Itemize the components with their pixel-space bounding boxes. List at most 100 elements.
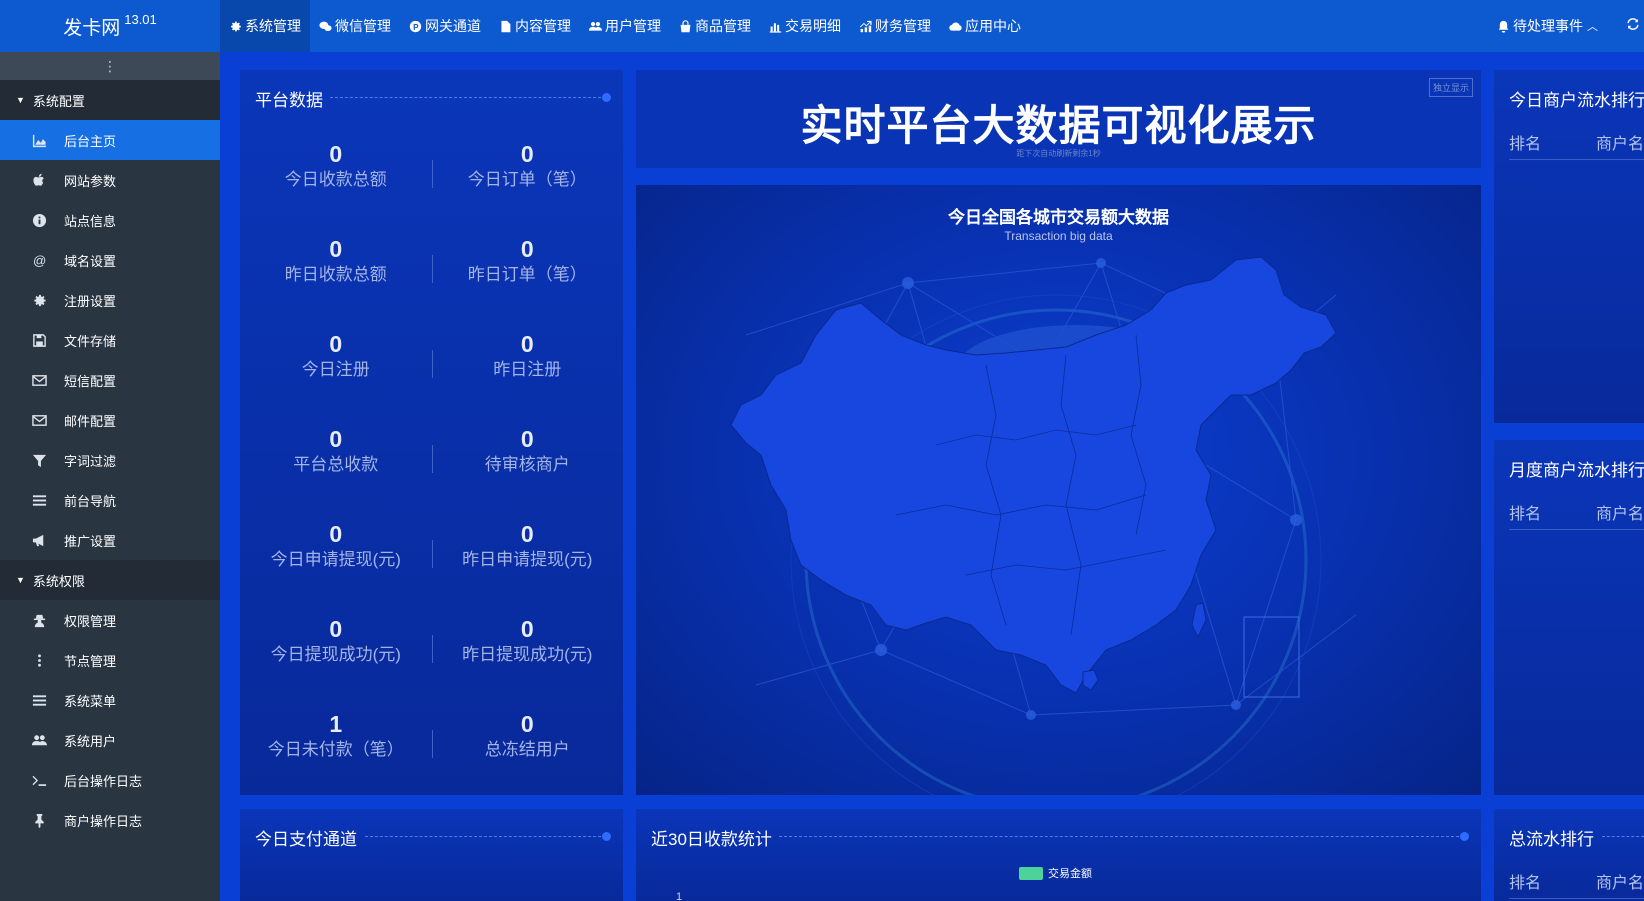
stat-pending-merchants: 0 待审核商户: [432, 425, 624, 477]
stat-value: 0: [329, 616, 343, 642]
stat-label: 今日注册: [301, 360, 370, 379]
stat-today-orders: 0 今日订单（笔）: [432, 140, 624, 192]
top-nav: 系统管理 微信管理 P 网关通道 内容管理 用户管理 商品管理 交易明细 财务管: [220, 0, 1030, 52]
topnav-item-finance[interactable]: 财务管理: [850, 0, 940, 52]
topnav-item-content[interactable]: 内容管理: [490, 0, 580, 52]
sidebar-item-promotion[interactable]: 推广设置: [0, 520, 220, 560]
total-ranking-panel: 总流水排行 排名 商户名: [1494, 809, 1644, 901]
topnav-label: 财务管理: [875, 18, 931, 34]
sidebar-item-label: 节点管理: [64, 653, 117, 669]
chart-legend[interactable]: 交易金额: [1019, 865, 1092, 881]
svg-text:P: P: [413, 22, 419, 31]
y-axis-tick: 1: [676, 891, 683, 901]
apple-icon: [30, 172, 48, 188]
sidebar-item-site-info[interactable]: 站点信息: [0, 200, 220, 240]
topnav-label: 用户管理: [605, 18, 661, 34]
legend-label: 交易金额: [1048, 868, 1092, 880]
sidebar-item-system-menu[interactable]: 系统菜单: [0, 680, 220, 720]
sidebar-toggle-button[interactable]: ⋮: [0, 52, 220, 80]
sidebar-item-register[interactable]: 注册设置: [0, 280, 220, 320]
stat-label: 总冻结用户: [484, 740, 570, 759]
stat-value: 0: [329, 331, 343, 357]
title-divider: [330, 97, 601, 98]
map-panel: 今日全国各城市交易额大数据 Transaction big data: [636, 185, 1481, 795]
sidebar-item-email[interactable]: 邮件配置: [0, 400, 220, 440]
ellipsis-icon: [30, 652, 48, 668]
table-divider: [1509, 898, 1644, 899]
svg-text:@: @: [32, 253, 45, 268]
sidebar-item-system-users[interactable]: 系统用户: [0, 720, 220, 760]
topnav-item-apps[interactable]: 应用中心: [940, 0, 1030, 52]
stat-value: 0: [520, 141, 534, 167]
sidebar-item-nodes[interactable]: 节点管理: [0, 640, 220, 680]
panel-title: 近30日收款统计: [651, 830, 772, 849]
standalone-display-button[interactable]: 独立显示: [1428, 78, 1473, 97]
col-rank: 排名: [1509, 506, 1542, 523]
panel-title: 月度商户流水排行: [1509, 461, 1644, 480]
stat-label: 今日申请提现(元): [270, 550, 401, 569]
stat-frozen-users: 0 总冻结用户: [432, 710, 624, 762]
sidebar-item-label: 推广设置: [64, 533, 117, 549]
stat-value: 0: [520, 236, 534, 262]
topnav-item-transactions[interactable]: 交易明细: [760, 0, 850, 52]
sidebar-item-label: 网站参数: [64, 173, 117, 189]
refresh-button[interactable]: [1626, 17, 1644, 36]
pending-events-label: 待处理事件: [1513, 18, 1583, 34]
sidebar-item-site-params[interactable]: 网站参数: [0, 160, 220, 200]
sidebar-item-label: 短信配置: [64, 373, 117, 389]
topnav-item-users[interactable]: 用户管理: [580, 0, 670, 52]
sidebar-item-label: 商户操作日志: [64, 813, 143, 829]
sidebar-item-dashboard[interactable]: 后台主页: [0, 120, 220, 160]
gear-icon: [30, 292, 48, 308]
last-30-days-chart-panel: 近30日收款统计 交易金额 1: [636, 809, 1481, 901]
topnav-item-wechat[interactable]: 微信管理: [310, 0, 400, 52]
bell-icon: [1498, 20, 1509, 33]
topnav-item-gateway[interactable]: P 网关通道: [400, 0, 490, 52]
topnav-item-system[interactable]: 系统管理: [220, 0, 310, 52]
sidebar-item-storage[interactable]: 文件存储: [0, 320, 220, 360]
panel-title: 总流水排行: [1509, 830, 1594, 849]
sidebar-item-sms[interactable]: 短信配置: [0, 360, 220, 400]
stat-value: 0: [329, 521, 343, 547]
dashboard-title: 实时平台大数据可视化展示: [800, 102, 1317, 149]
topnav-item-goods[interactable]: 商品管理: [670, 0, 760, 52]
sidebar-item-label: 权限管理: [64, 613, 117, 629]
sidebar-item-label: 前台导航: [64, 493, 117, 509]
panel-title: 今日商户流水排行: [1509, 91, 1644, 110]
sidebar-item-admin-log[interactable]: 后台操作日志: [0, 760, 220, 800]
sidebar-item-word-filter[interactable]: 字词过滤: [0, 440, 220, 480]
at-icon: @: [30, 252, 48, 268]
bar-chart-icon: [769, 22, 782, 33]
pending-events-button[interactable]: 待处理事件 ︿: [1497, 16, 1598, 36]
sidebar-item-merchant-log[interactable]: 商户操作日志: [0, 800, 220, 840]
envelope-icon: [30, 372, 48, 388]
bars-icon: [30, 692, 48, 708]
caret-down-icon: ▼: [16, 575, 25, 585]
stat-value: 0: [520, 426, 534, 452]
sidebar-item-front-nav[interactable]: 前台导航: [0, 480, 220, 520]
stat-yesterday-revenue: 0 昨日收款总额: [240, 235, 432, 287]
platform-data-panel: 平台数据 0 今日收款总额 0 今日订单（笔） 0 昨日收款总额 0 昨日订单（…: [240, 70, 623, 795]
taiwan-island: [1191, 602, 1207, 639]
sidebar-group-label: 系统权限: [32, 573, 85, 589]
stat-label: 今日订单（笔）: [467, 170, 587, 189]
stat-yesterday-orders: 0 昨日订单（笔）: [432, 235, 624, 287]
title-dot: [1460, 832, 1469, 841]
title-divider: [1602, 836, 1644, 837]
sidebar-group-system-config[interactable]: ▼ 系统配置: [0, 80, 220, 120]
sidebar-item-domain[interactable]: @ 域名设置: [0, 240, 220, 280]
dashboard-header-panel: 实时平台大数据可视化展示 距下次自动刷新剩余1秒 独立显示: [636, 70, 1481, 168]
panel-title: 平台数据: [255, 91, 323, 110]
stat-label: 昨日注册: [493, 360, 562, 379]
user-secret-icon: [30, 612, 48, 628]
stat-value: 0: [520, 711, 534, 737]
sidebar-group-label: 系统配置: [32, 93, 85, 109]
map-title: 今日全国各城市交易额大数据: [948, 208, 1169, 227]
stat-value: 0: [329, 426, 343, 452]
brand[interactable]: 发卡网 13.01: [0, 0, 220, 52]
bag-icon: [680, 19, 691, 32]
save-icon: [30, 332, 48, 348]
refresh-icon: [1627, 17, 1639, 30]
sidebar-item-permissions[interactable]: 权限管理: [0, 600, 220, 640]
sidebar-group-system-permissions[interactable]: ▼ 系统权限: [0, 560, 220, 600]
